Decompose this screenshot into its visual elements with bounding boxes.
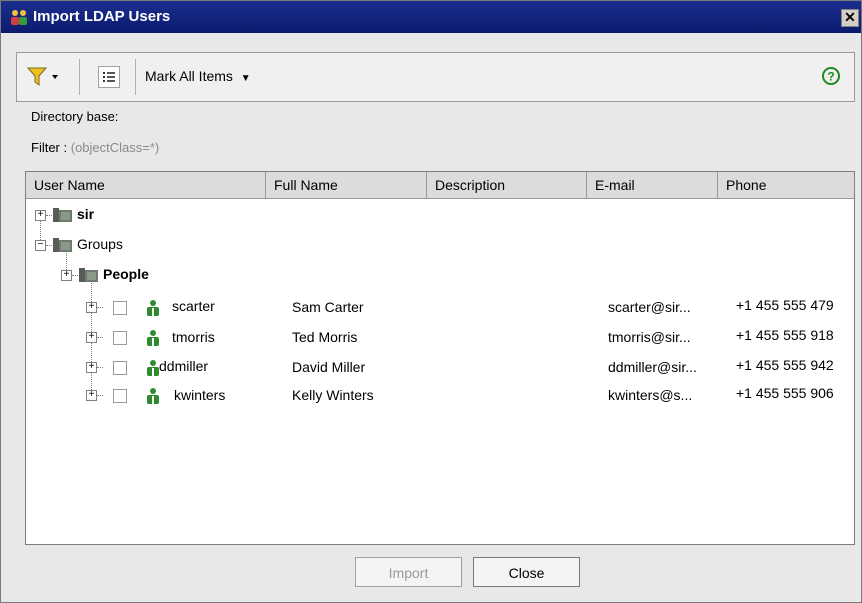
filter-dropdown-button[interactable] (25, 65, 65, 89)
cell-full-name: Ted Morris (292, 329, 358, 345)
cell-full-name: Kelly Winters (292, 387, 374, 403)
cell-email: ddmiller@sir... (608, 359, 697, 375)
folder-node-icon (79, 268, 98, 282)
user-select-checkbox[interactable] (113, 331, 127, 345)
tree-connector (97, 337, 103, 338)
expand-people-toggle[interactable]: + (61, 270, 72, 281)
user-select-checkbox[interactable] (113, 361, 127, 375)
column-header-email[interactable]: E-mail (587, 172, 718, 198)
filter-line: Filter : (objectClass=*) (31, 140, 159, 155)
user-icon (147, 388, 159, 404)
cell-username: ddmiller (159, 358, 209, 374)
tree-node-groups[interactable]: Groups (77, 236, 123, 252)
column-header-phone[interactable]: Phone (718, 172, 854, 198)
cell-full-name: Sam Carter (292, 299, 364, 315)
filter-label: Filter : (31, 140, 68, 155)
mark-all-items-dropdown[interactable]: Mark All Items ▼ (145, 68, 251, 84)
cell-email: kwinters@s... (608, 387, 693, 403)
cell-full-name: David Miller (292, 359, 366, 375)
toolbar: Mark All Items ▼ ? (16, 52, 855, 102)
folder-node-icon (53, 208, 72, 222)
tree-connector (97, 395, 103, 396)
cell-email: tmorris@sir... (608, 329, 691, 345)
user-icon (147, 330, 159, 346)
folder-node-icon (53, 238, 72, 252)
users-tree-table: User Name Full Name Description E-mail P… (25, 171, 855, 545)
tree-node-people[interactable]: People (103, 266, 149, 282)
expand-user-toggle[interactable]: + (86, 390, 97, 401)
filter-value: (objectClass=*) (70, 140, 160, 155)
users-icon (11, 10, 27, 25)
user-select-checkbox[interactable] (113, 301, 127, 315)
chevron-down-icon: ▼ (240, 73, 251, 84)
cell-phone: +1 455 555 918 (736, 327, 834, 343)
user-icon (147, 300, 159, 316)
list-view-button[interactable] (98, 66, 120, 88)
cell-phone: +1 455 555 906 (736, 385, 834, 401)
cell-email: scarter@sir... (608, 299, 691, 315)
title-bar: Import LDAP Users ✕ (1, 1, 861, 33)
column-header-description[interactable]: Description (427, 172, 587, 198)
help-icon[interactable]: ? (822, 67, 840, 85)
import-button[interactable]: Import (355, 557, 462, 587)
cell-username: tmorris (172, 329, 215, 345)
close-button[interactable]: Close (473, 557, 580, 587)
tree-connector (46, 245, 52, 246)
svg-text:?: ? (827, 70, 834, 84)
toolbar-separator (135, 59, 136, 95)
directory-base-label: Directory base: (31, 109, 119, 124)
expand-user-toggle[interactable]: + (86, 332, 97, 343)
column-header-user-name[interactable]: User Name (26, 172, 266, 198)
expand-user-toggle[interactable]: + (86, 362, 97, 373)
expand-sir-toggle[interactable]: + (35, 210, 46, 221)
collapse-groups-toggle[interactable]: − (35, 240, 46, 251)
tree-node-sir[interactable]: sir (77, 206, 94, 222)
list-icon (103, 72, 115, 82)
column-header-full-name[interactable]: Full Name (266, 172, 427, 198)
cell-username: kwinters (174, 387, 226, 403)
tree-connector (46, 215, 52, 216)
cell-phone: +1 455 555 942 (736, 357, 834, 373)
cell-username: scarter (172, 298, 215, 314)
expand-user-toggle[interactable]: + (86, 302, 97, 313)
window-title: Import LDAP Users (33, 8, 171, 25)
cell-phone: +1 455 555 479 (736, 297, 834, 313)
tree-connector (97, 367, 103, 368)
filter-icon (26, 67, 58, 86)
user-select-checkbox[interactable] (113, 389, 127, 403)
toolbar-separator (79, 59, 80, 95)
close-window-button[interactable]: ✕ (841, 9, 859, 27)
table-header: User Name Full Name Description E-mail P… (26, 172, 854, 199)
import-ldap-users-dialog: Import LDAP Users ✕ Mark All Items ▼ ? D… (0, 0, 862, 603)
tree-connector (72, 275, 78, 276)
tree-connector (97, 307, 103, 308)
mark-all-items-label: Mark All Items (145, 68, 233, 84)
